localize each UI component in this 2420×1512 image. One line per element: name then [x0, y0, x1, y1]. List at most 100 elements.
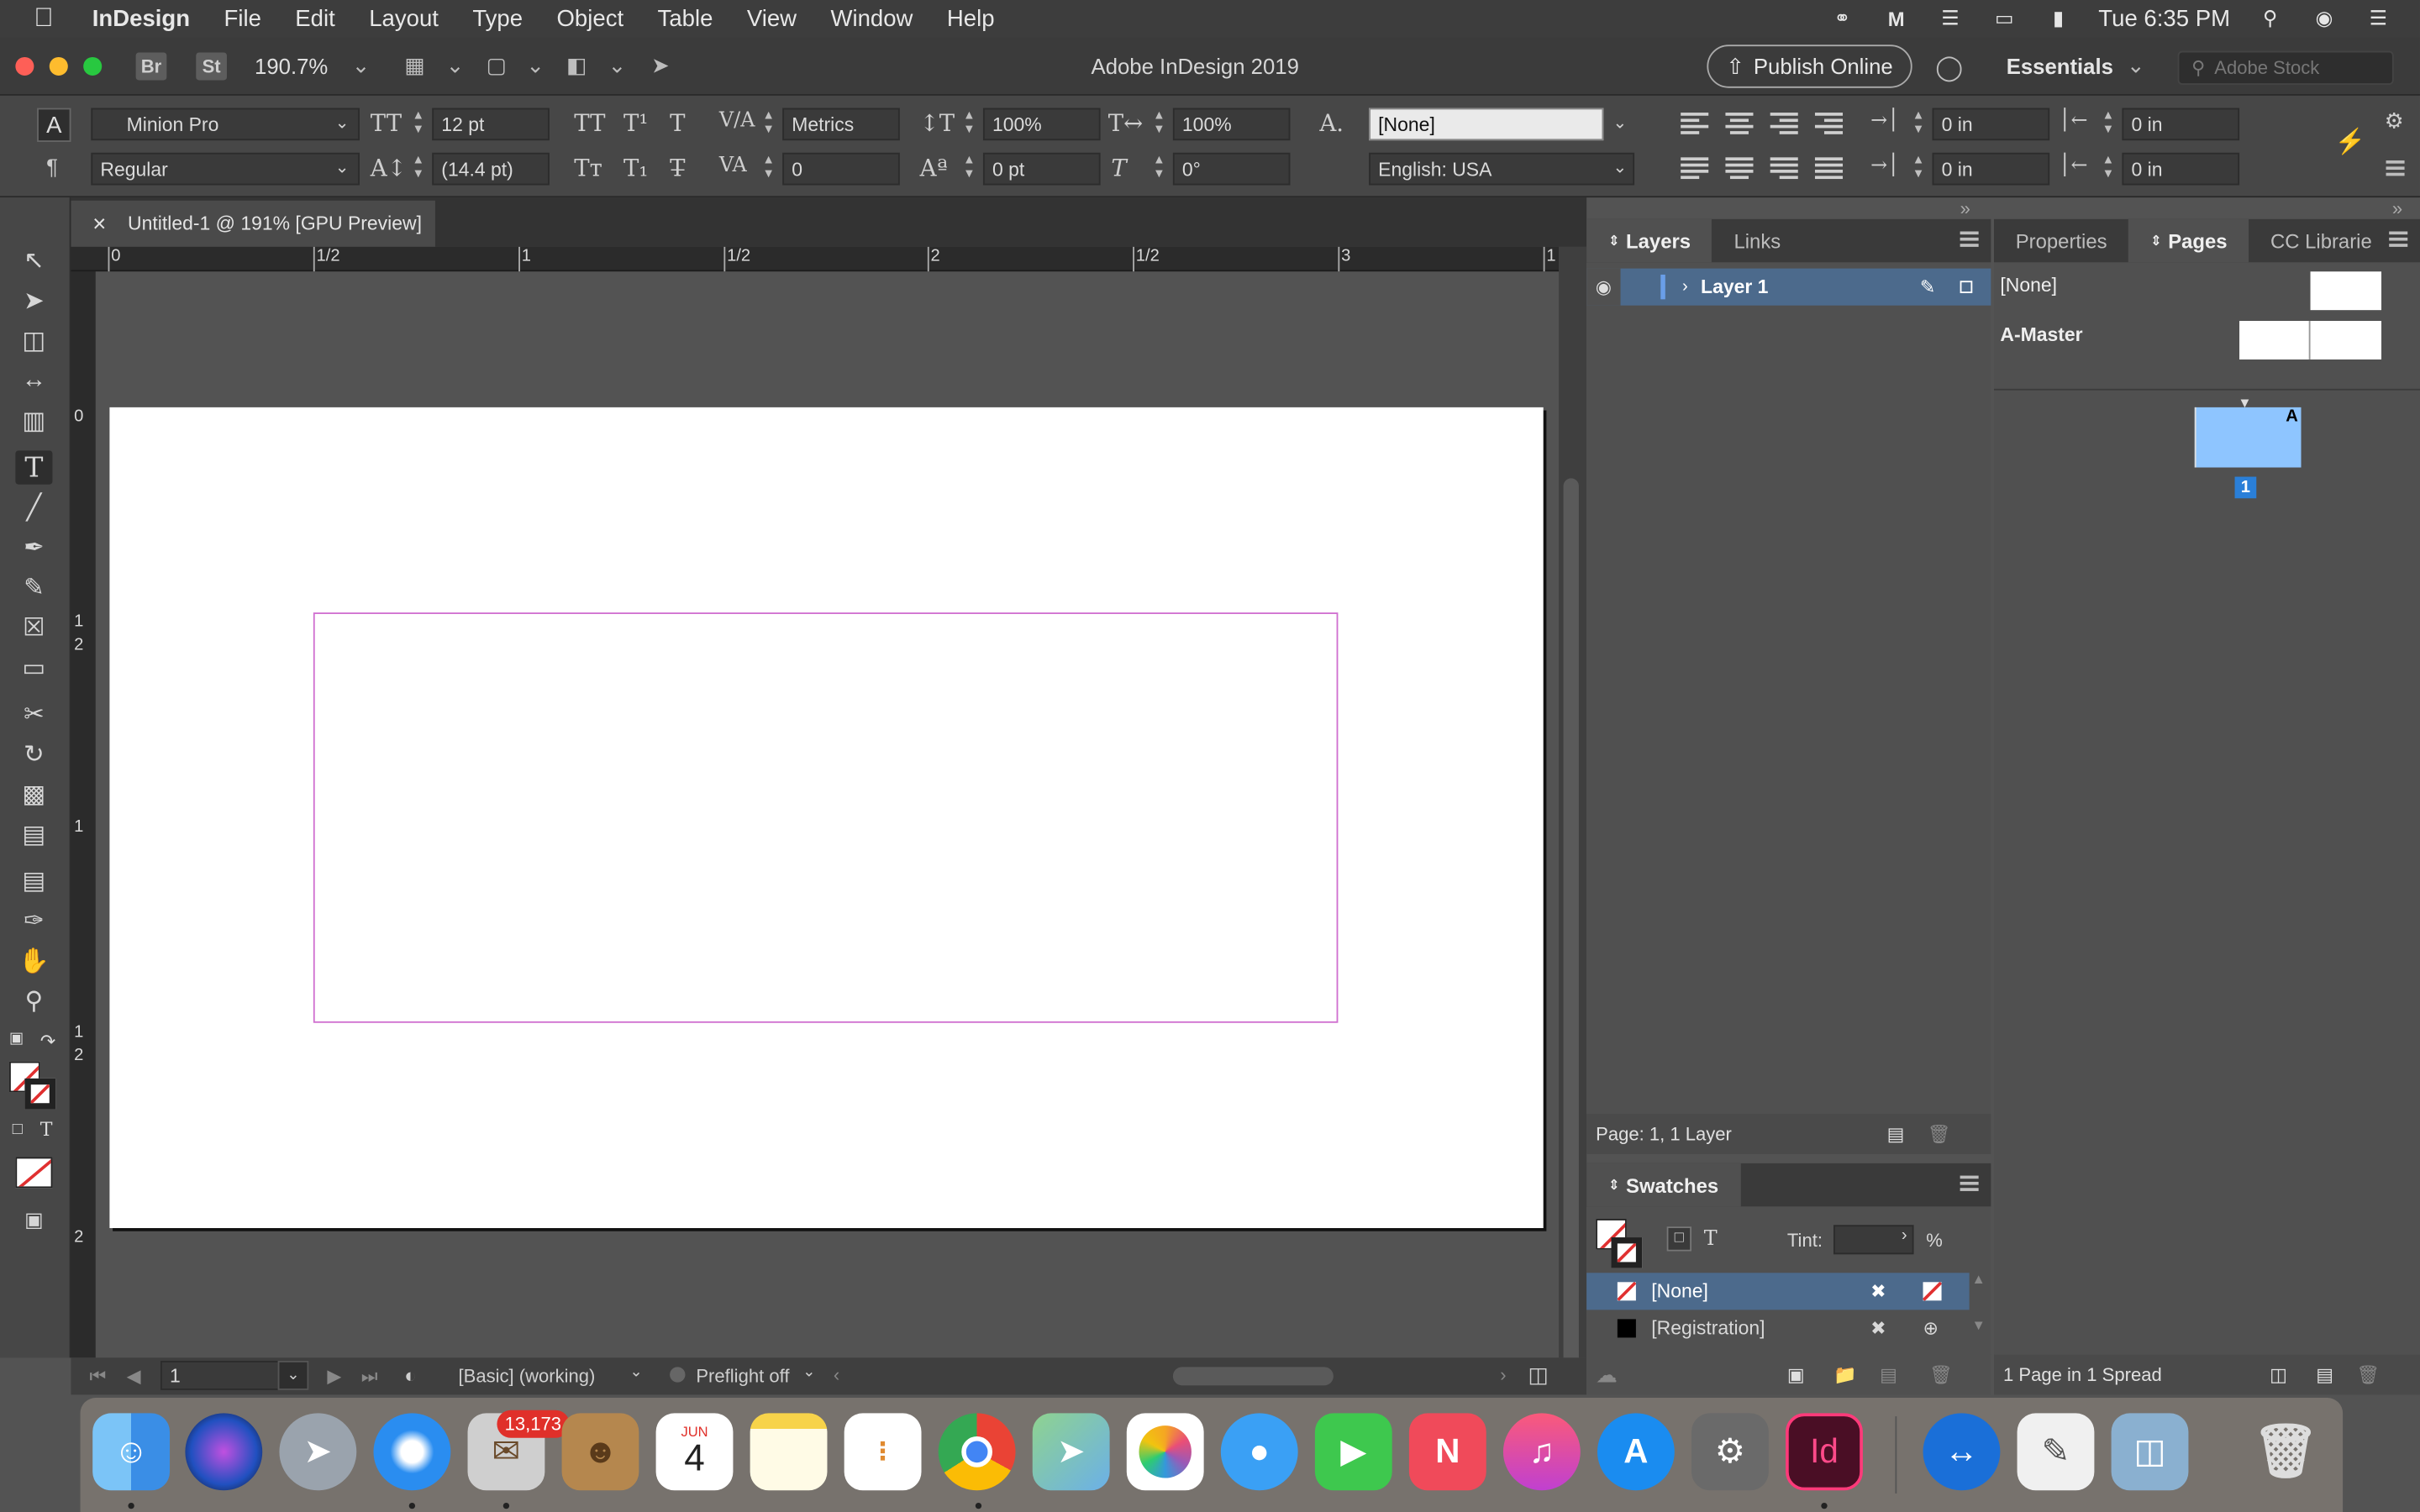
finder-icon[interactable]: ☺ — [92, 1413, 171, 1491]
view-options-chevron-icon[interactable]: ⌄ — [446, 52, 465, 78]
formatting-text-icon[interactable]: T — [40, 1119, 53, 1141]
vertical-scale-stepper[interactable]: ▲ ▼ — [959, 108, 981, 141]
document-tab[interactable]: × Untitled-1 @ 191% [GPU Preview] — [71, 200, 435, 247]
window-close-button[interactable] — [15, 56, 34, 76]
skew-stepper[interactable]: ▲ ▼ — [1149, 153, 1171, 186]
view-options-icon[interactable]: ▦ — [404, 52, 424, 78]
a-master-left-thumbnail[interactable] — [2239, 321, 2311, 360]
stock-button[interactable]: St — [196, 52, 227, 81]
swatches-fill-stroke-proxy[interactable] — [1596, 1218, 1645, 1268]
font-family-field[interactable]: Minion Pro — [91, 108, 360, 141]
layer-selection-square-icon[interactable] — [1960, 281, 1973, 293]
new-color-group-folder-icon[interactable]: 📁 — [1833, 1364, 1856, 1386]
small-caps-icon[interactable]: Tт — [574, 155, 602, 182]
swatch-views-icon[interactable]: ▣ — [1787, 1364, 1805, 1386]
preview-icon[interactable]: ◫ — [2111, 1413, 2189, 1491]
new-page-icon[interactable]: ▤ — [2316, 1364, 2333, 1386]
menu-app-name[interactable]: InDesign — [76, 5, 208, 31]
notes-icon[interactable] — [750, 1413, 828, 1491]
font-size-stepper[interactable]: ▲ ▼ — [408, 108, 429, 141]
pencil-tool-icon[interactable]: ✎ — [15, 571, 52, 605]
formatting-affects-text-icon[interactable]: T — [1704, 1228, 1718, 1252]
collapse-dock-chevron-icon[interactable]: » — [2392, 197, 2402, 219]
align-towards-spine-icon[interactable] — [1814, 113, 1844, 134]
layer-expand-chevron-icon[interactable]: › — [1682, 278, 1688, 297]
tab-swatches[interactable]: ⇕ Swatches — [1586, 1163, 1740, 1207]
menu-type[interactable]: Type — [455, 5, 539, 31]
reminders-list-icon[interactable]: ⋮ — [844, 1413, 922, 1491]
underline-icon[interactable]: T — [670, 109, 685, 137]
swatches-scrollbar[interactable]: ▲ ▼ — [1970, 1271, 1988, 1348]
superscript-icon[interactable]: T¹ — [623, 109, 648, 137]
a-master-right-thumbnail[interactable] — [2310, 321, 2382, 360]
quick-apply-lightning-icon[interactable]: ⚡ — [2335, 127, 2366, 156]
trash-icon[interactable]: 🗑 — [2247, 1413, 2324, 1490]
left-indent-field[interactable]: 0 in — [1932, 108, 2050, 141]
delete-page-trash-icon[interactable]: 🗑 — [2356, 1364, 2380, 1386]
line-tool-icon[interactable]: ╱ — [15, 491, 52, 524]
horizontal-scale-field[interactable]: 100% — [1172, 108, 1291, 141]
menu-help[interactable]: Help — [930, 5, 1012, 31]
layer-pen-icon[interactable]: ✎ — [1920, 276, 1935, 298]
tracking-stepper[interactable]: ▲ ▼ — [758, 153, 780, 186]
align-center-icon[interactable] — [1725, 113, 1754, 134]
language-chevron-icon[interactable]: ⌄ — [1612, 157, 1627, 177]
tab-layers[interactable]: ⇕ Layers — [1586, 218, 1712, 263]
contacts-book-icon[interactable]: ☻ — [561, 1413, 639, 1491]
horizontal-ruler[interactable]: 0 1/2 1 1/2 2 1/2 3 1 — [71, 246, 1560, 272]
calendar-icon[interactable]: JUN 4 — [655, 1413, 734, 1491]
bridge-button[interactable]: Br — [135, 52, 167, 81]
publish-online-button[interactable]: ⇧ Publish Online — [1707, 45, 1912, 88]
battery-icon[interactable]: ▮ — [2044, 6, 2072, 29]
layer-visibility-eye-icon[interactable]: ◉ — [1586, 268, 1621, 306]
swatch-row[interactable]: [None] ✖ — [1586, 1273, 1970, 1310]
justify-all-icon[interactable] — [1814, 157, 1844, 180]
horizontal-scale-stepper[interactable]: ▲ ▼ — [1149, 108, 1171, 141]
notification-center-icon[interactable]: ☰ — [2365, 6, 2392, 29]
menu-file[interactable]: File — [207, 5, 278, 31]
font-family-chevron-icon[interactable]: ⌄ — [335, 113, 350, 133]
tab-cc-libraries[interactable]: CC Librarie — [2249, 219, 2393, 262]
last-line-indent-stepper[interactable]: ▲ ▼ — [2097, 153, 2119, 186]
a-master-label[interactable]: A-Master — [2000, 324, 2082, 346]
first-line-indent-stepper[interactable]: ▲ ▼ — [1907, 153, 1929, 186]
skew-field[interactable]: 0° — [1172, 152, 1291, 186]
siri-icon[interactable]: ◉ — [2311, 6, 2338, 29]
apple-icon[interactable]:  — [0, 3, 76, 34]
align-right-icon[interactable] — [1770, 113, 1798, 134]
direct-selection-tool-icon[interactable]: ➤ — [15, 284, 52, 318]
formatting-container-icon[interactable]: □ — [13, 1120, 23, 1138]
screen-mode-chevron-icon[interactable]: ⌄ — [526, 52, 544, 78]
right-indent-stepper[interactable]: ▲ ▼ — [2097, 108, 2119, 141]
news-icon[interactable]: N — [1408, 1413, 1486, 1491]
siri-icon[interactable] — [185, 1413, 263, 1491]
scroll-right-icon[interactable]: › — [1500, 1364, 1506, 1386]
vertical-ruler[interactable]: 0 1 2 1 1 2 2 — [71, 271, 96, 1358]
zoom-level[interactable]: 190.7% — [255, 54, 328, 78]
arrange-documents-icon[interactable]: ◧ — [566, 52, 587, 78]
malwarebytes-icon[interactable]: M — [1882, 7, 1910, 30]
screen-mode-tool-icon[interactable]: ▣ — [15, 1204, 52, 1237]
menu-layout[interactable]: Layout — [352, 5, 455, 31]
workspace-chevron-icon[interactable]: ⌄ — [2127, 52, 2145, 78]
messages-bubble-icon[interactable]: ● — [1220, 1413, 1298, 1491]
indesign-app-icon[interactable]: Id — [1786, 1413, 1863, 1491]
collapse-panel-chevron-icon[interactable]: » — [1960, 197, 1970, 219]
swatch-row[interactable]: [Registration] ✖ ⊕ — [1586, 1310, 1970, 1347]
free-transform-tool-icon[interactable]: ↻ — [15, 738, 52, 771]
vertical-scrollbar[interactable] — [1559, 246, 1587, 1373]
creative-cloud-icon[interactable]: ⚭ — [1828, 6, 1856, 29]
right-indent-field[interactable]: 0 in — [2122, 108, 2240, 141]
eyedropper-tool-icon[interactable]: ✑ — [15, 904, 52, 937]
menu-window[interactable]: Window — [813, 5, 929, 31]
publish-rocket-icon[interactable]: ➤ — [651, 52, 670, 78]
lightbulb-icon[interactable]: ◯ — [1935, 52, 1963, 83]
justify-center-icon[interactable] — [1725, 157, 1754, 180]
leading-field[interactable]: (14.4 pt) — [432, 152, 550, 186]
character-style-chevron-icon[interactable]: ⌄ — [1612, 113, 1627, 133]
font-style-chevron-icon[interactable]: ⌄ — [335, 157, 350, 177]
content-collector-icon[interactable]: ▥ — [15, 404, 52, 438]
airplay-icon[interactable]: ▭ — [1991, 6, 2018, 29]
maps-icon[interactable]: ➤ — [1032, 1413, 1110, 1491]
fill-stroke-swatch[interactable] — [9, 1061, 56, 1111]
